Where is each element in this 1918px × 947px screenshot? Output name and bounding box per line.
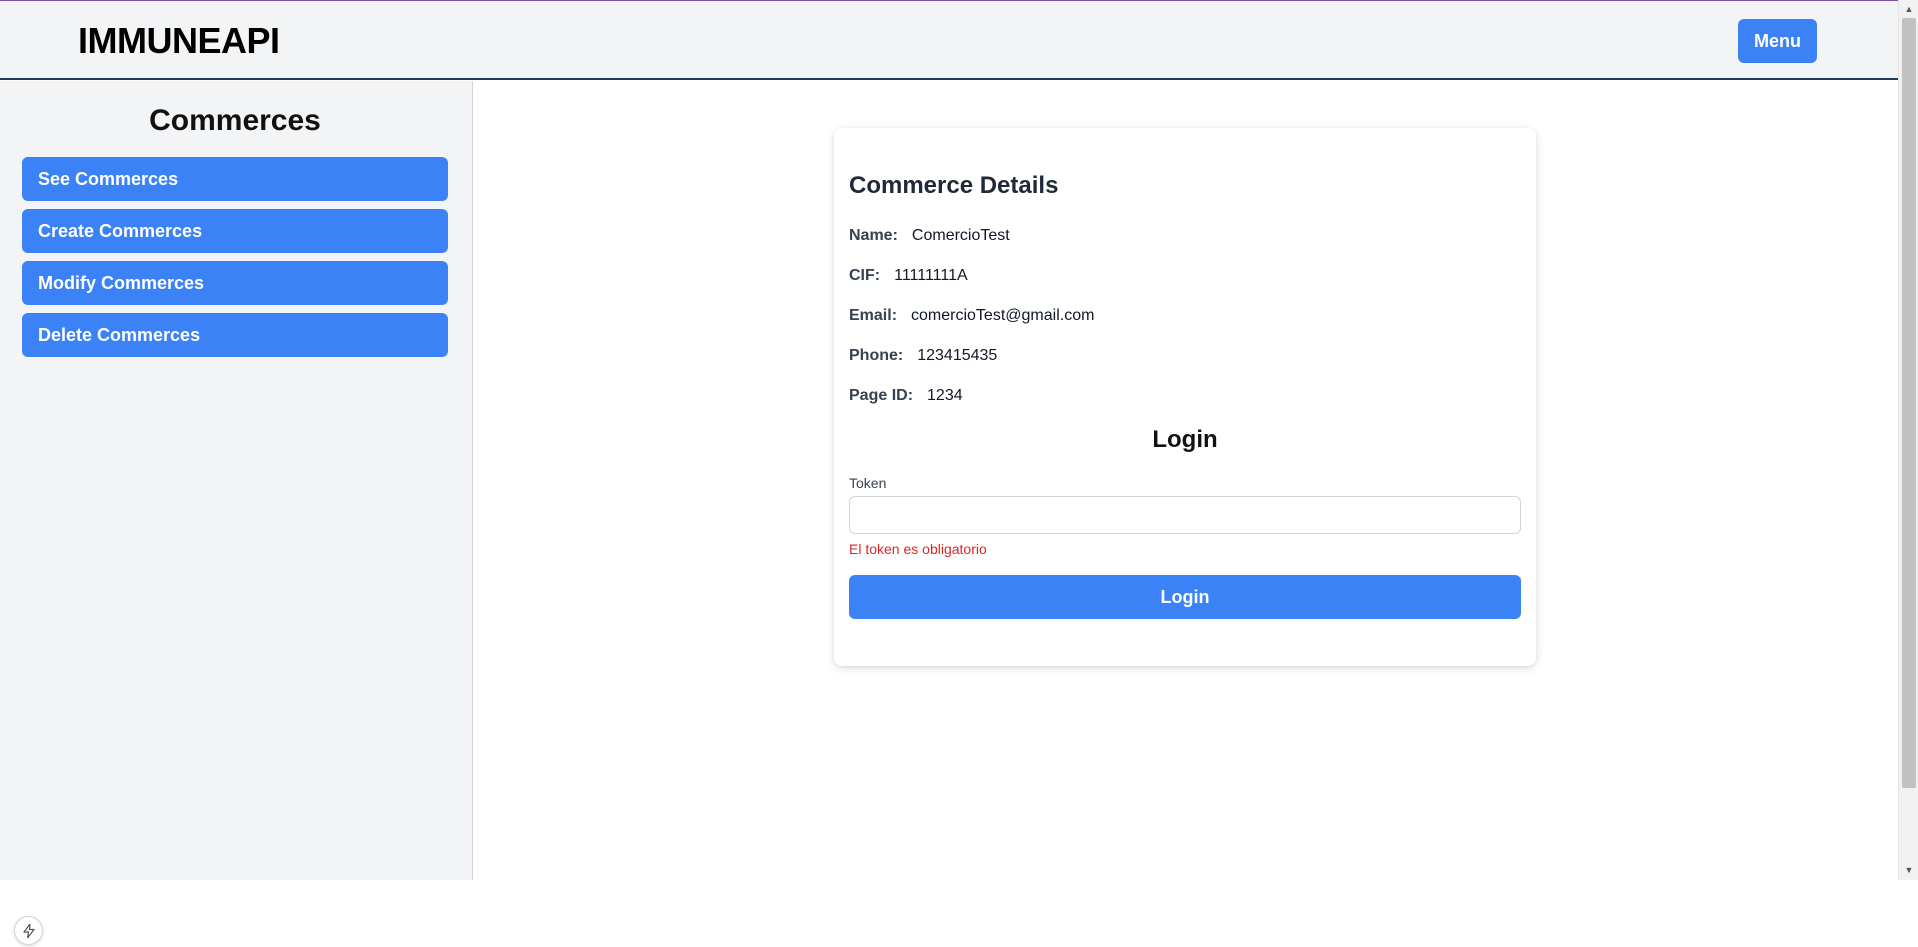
detail-value: 11111111A [894,267,968,284]
vertical-scrollbar[interactable]: ▲ ▼ [1898,0,1918,880]
token-error-message: El token es obligatorio [849,541,987,557]
login-title: Login [1152,426,1218,453]
commerce-details-card: Commerce Details Name: ComercioTest CIF: 1… [834,128,1536,666]
detail-email-row: Email: comercioTest@gmail.com [849,307,1094,325]
detail-value: comercioTest@gmail.com [911,307,1095,324]
brand-logo-text: IMMUNEAPI [78,20,280,61]
lightning-bolt-icon[interactable] [14,916,43,945]
login-button[interactable]: Login [849,575,1521,619]
scrollbar-thumb[interactable] [1902,18,1916,788]
token-label: Token [849,475,887,491]
token-input[interactable] [849,496,1521,534]
lightning-bolt-icon-glyph [22,923,35,939]
detail-label: Page ID: [849,387,914,404]
detail-label: CIF: [849,267,881,284]
detail-name-row: Name: ComercioTest [849,227,1010,245]
detail-label: Phone: [849,347,904,364]
detail-page-id-row: Page ID: 1234 [849,387,963,405]
scroll-down-arrow-icon[interactable]: ▼ [1899,863,1918,877]
detail-cif-row: CIF: 11111111A [849,267,968,285]
sidebar: Commerces See Commerces Create Commerces… [0,81,473,945]
details-title: Commerce Details [849,172,1059,199]
menu-button[interactable]: Menu [1738,19,1817,63]
sidebar-item-modify-commerces[interactable]: Modify Commerces [22,261,448,305]
detail-phone-row: Phone: 123415435 [849,347,997,365]
sidebar-item-see-commerces[interactable]: See Commerces [22,157,448,201]
sidebar-item-delete-commerces[interactable]: Delete Commerces [22,313,448,357]
sidebar-title: Commerces [149,104,321,137]
detail-value: 123415435 [917,347,998,364]
detail-label: Email: [849,307,898,324]
detail-value: ComercioTest [911,227,1010,244]
sidebar-item-create-commerces[interactable]: Create Commerces [22,209,448,253]
top-header: IMMUNEAPI Menu [0,1,1898,80]
scroll-up-arrow-icon[interactable]: ▲ [1899,2,1918,16]
detail-label: Name: [849,227,898,244]
detail-value: 1234 [927,387,963,404]
